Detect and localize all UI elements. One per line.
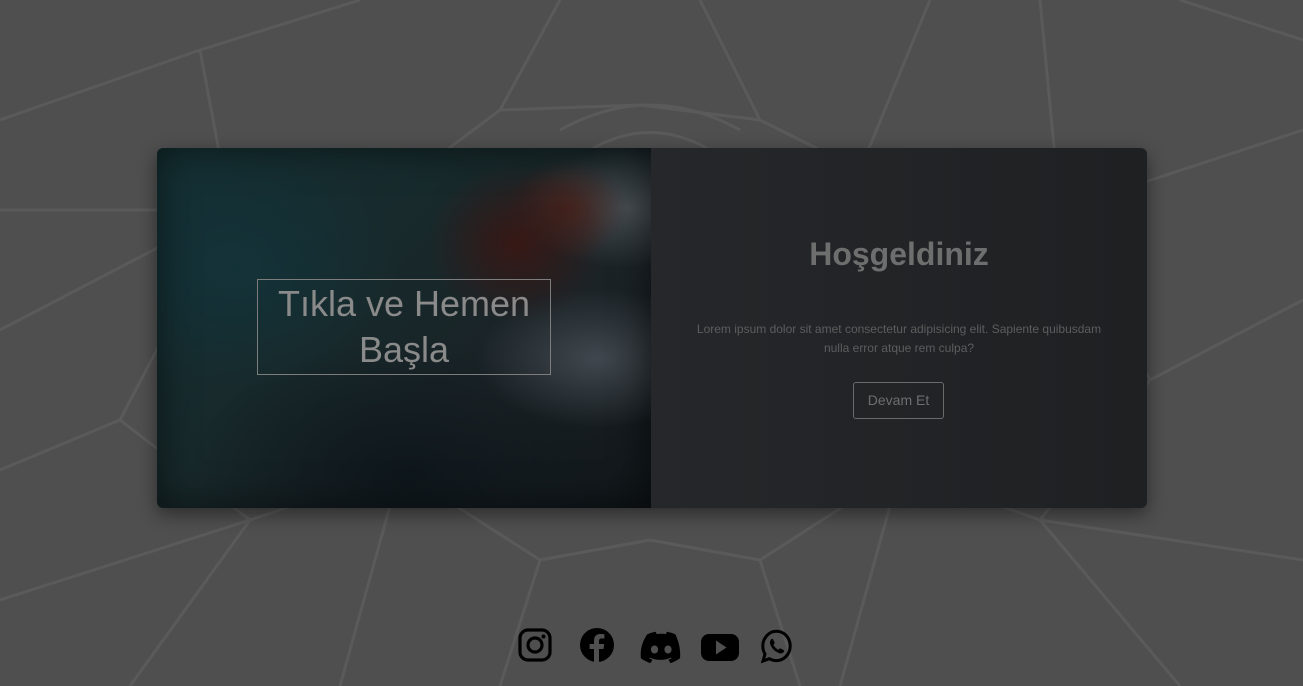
welcome-title: Hoşgeldiniz bbox=[809, 236, 989, 272]
start-now-label: Tıkla ve Hemen Başla bbox=[277, 283, 531, 370]
continue-button[interactable]: Devam Et bbox=[853, 382, 944, 419]
whatsapp-icon[interactable] bbox=[758, 626, 792, 666]
discord-icon[interactable] bbox=[640, 626, 683, 666]
hero-image-panel: Tıkla ve Hemen Başla bbox=[157, 148, 651, 508]
welcome-description: Lorem ipsum dolor sit amet consectetur a… bbox=[696, 322, 1102, 355]
social-links bbox=[0, 626, 1303, 668]
instagram-icon[interactable] bbox=[518, 626, 552, 666]
welcome-panel: Hoşgeldiniz Lorem ipsum dolor sit amet c… bbox=[651, 148, 1147, 508]
youtube-icon[interactable] bbox=[700, 626, 740, 666]
facebook-icon[interactable] bbox=[579, 626, 615, 666]
start-now-button[interactable]: Tıkla ve Hemen Başla bbox=[257, 279, 551, 375]
welcome-card: Tıkla ve Hemen Başla Hoşgeldiniz Lorem ip… bbox=[157, 148, 1147, 508]
